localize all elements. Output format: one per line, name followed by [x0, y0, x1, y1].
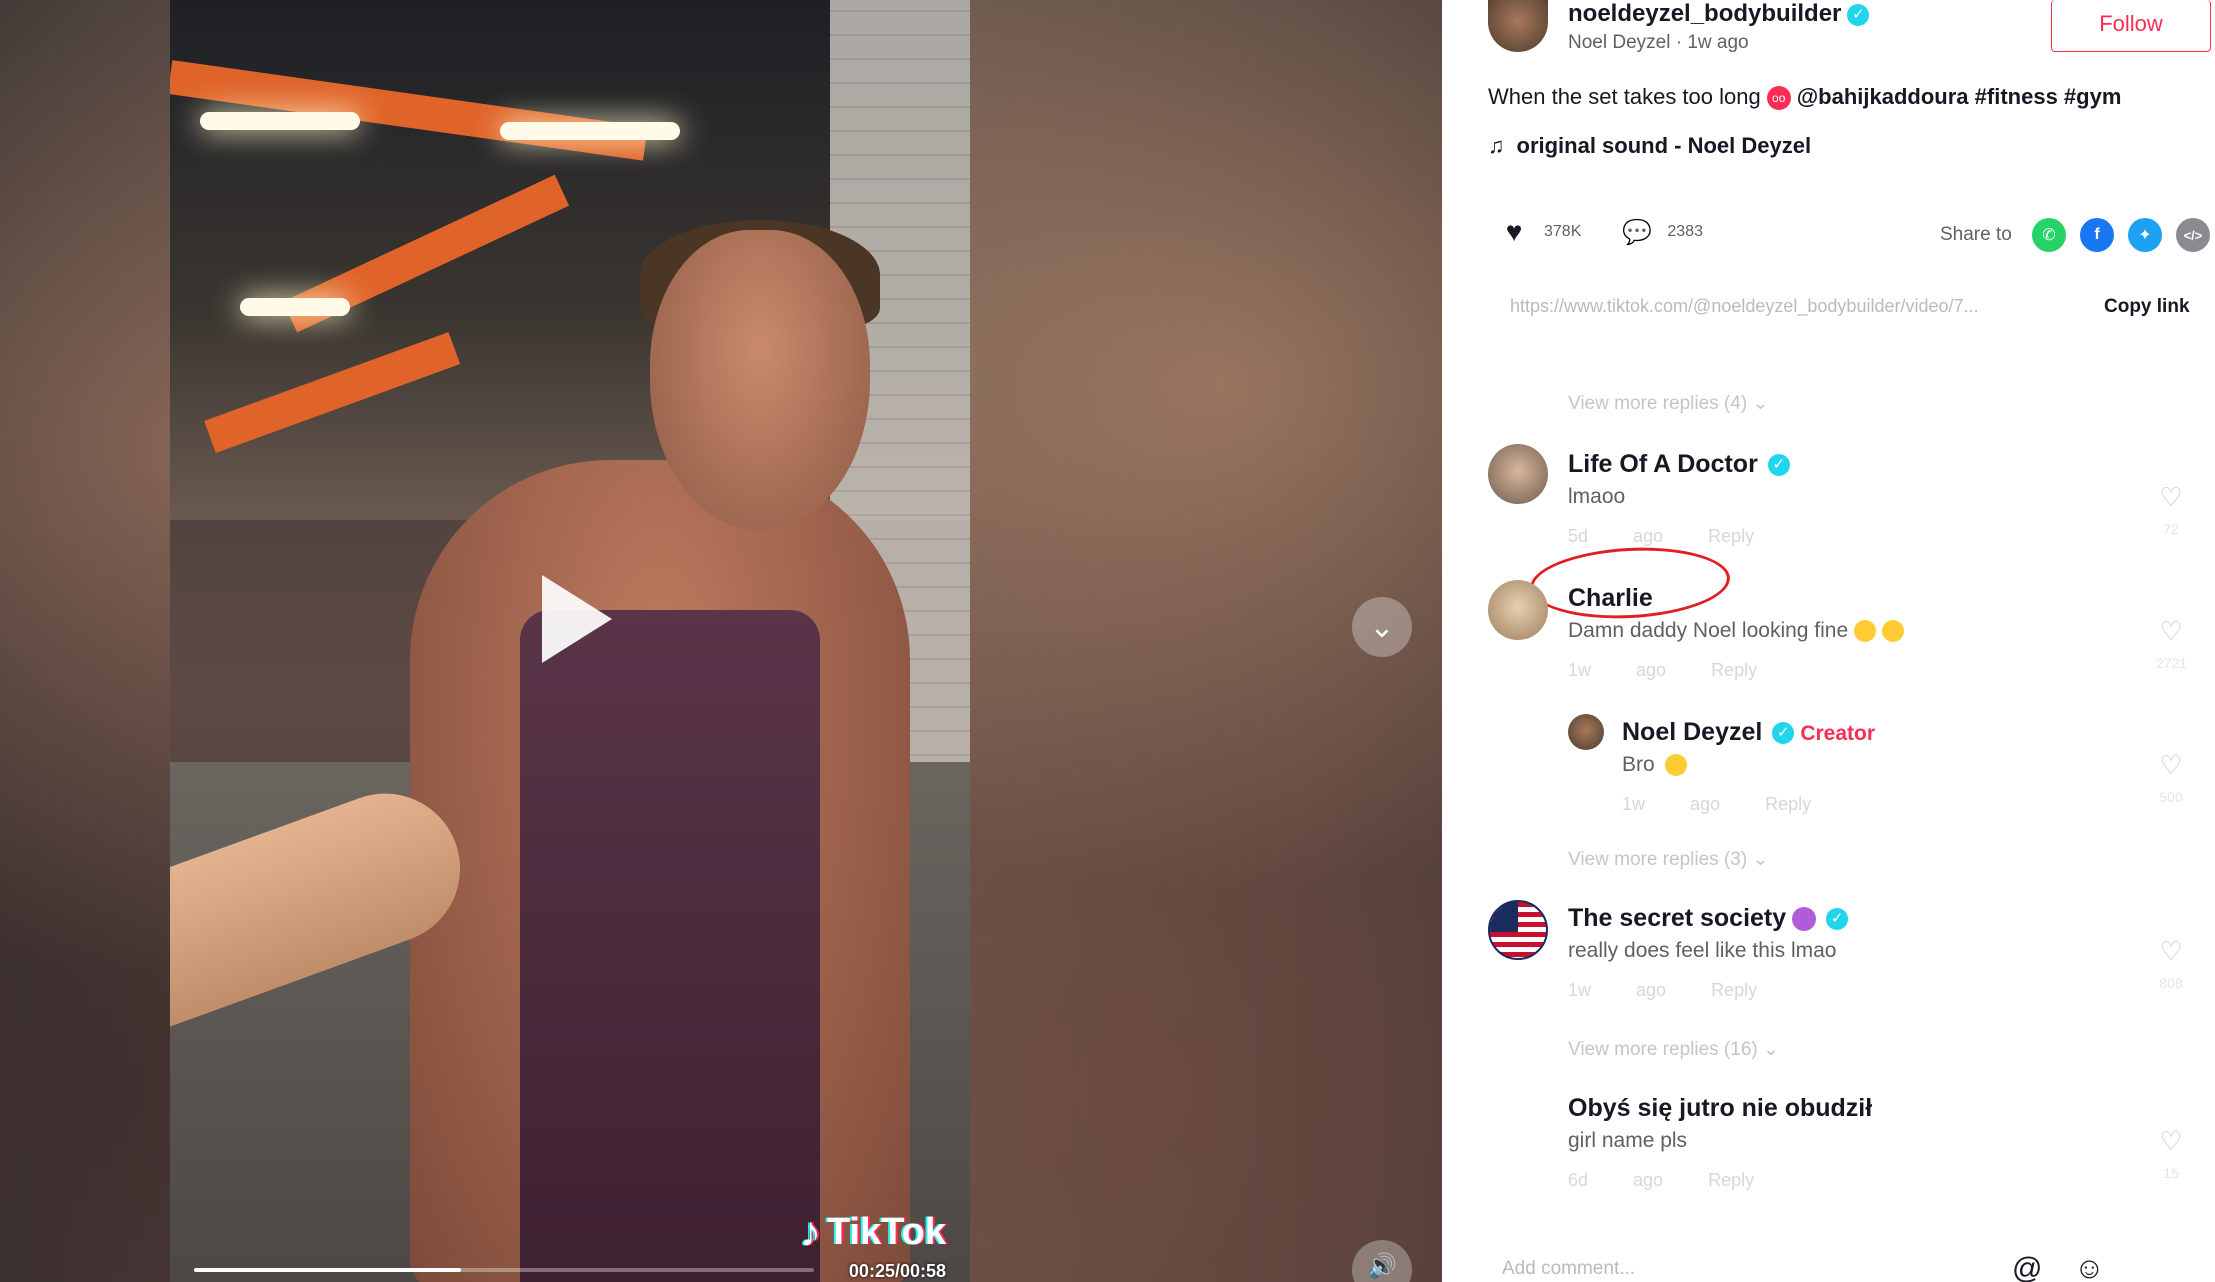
reply-button[interactable]: Reply	[1708, 526, 1754, 546]
emoji-icon	[1664, 754, 1687, 777]
comment-meta: 1w ago Reply	[1622, 794, 1812, 814]
author-avatar[interactable]	[1488, 0, 1548, 52]
share-label: Share to	[1940, 224, 2012, 245]
heart-outline-icon: ♡	[2159, 616, 2183, 646]
play-icon[interactable]	[542, 575, 612, 663]
video-player[interactable]: ♪ TikTok 00:25/00:58	[170, 0, 970, 1282]
copy-link-row: https://www.tiktok.com/@noeldeyzel_bodyb…	[1488, 282, 2198, 334]
video-stage: ♪ TikTok 00:25/00:58 ⌄ 🔊	[0, 0, 1442, 1282]
comment-text: girl name pls	[1568, 1129, 1688, 1152]
details-panel: noeldeyzel_bodybuilder ✓ Noel Deyzel · 1w…	[1442, 0, 2215, 1282]
chevron-down-icon: ⌄	[1369, 610, 1395, 644]
facebook-icon[interactable]: f	[2080, 218, 2114, 252]
creator-badge: Creator	[1800, 722, 1876, 745]
video-light	[200, 112, 360, 130]
comment-like[interactable]: ♡ 15	[2156, 1126, 2186, 1181]
video-light	[500, 122, 680, 140]
comment-meta: 5d ago Reply	[1568, 526, 1755, 546]
volume-icon: 🔊	[1367, 1253, 1397, 1280]
verified-icon: ✓	[1847, 3, 1870, 26]
twitter-icon[interactable]: ✦	[2128, 218, 2162, 252]
comment-like[interactable]: ♡ 500	[2156, 750, 2186, 805]
video-time: 00:25/00:58	[848, 1261, 946, 1281]
avatar[interactable]	[1488, 444, 1548, 504]
engagement-stats: ♥ 378K 💬 2383	[1498, 216, 1743, 248]
heart-outline-icon: ♡	[2159, 482, 2183, 512]
reply-button[interactable]: Reply	[1711, 660, 1757, 680]
verified-icon: ✓	[1772, 722, 1795, 745]
chevron-down-icon: ⌄	[1752, 393, 1769, 414]
comment-text: lmaoo	[1568, 485, 1626, 508]
comment-icon[interactable]: 💬	[1621, 216, 1653, 248]
video-light	[240, 298, 350, 316]
reply-button[interactable]: Reply	[1708, 1170, 1754, 1190]
comment-meta: 1w ago Reply	[1568, 660, 1758, 680]
comment-count: 2383	[1667, 223, 1703, 240]
comment-author[interactable]: Obyś się jutro nie obudził	[1568, 1094, 1872, 1123]
next-video-button[interactable]: ⌄	[1352, 597, 1412, 657]
comment-meta: 1w ago Reply	[1568, 980, 1758, 1000]
video-progress-bar[interactable]	[194, 1268, 814, 1272]
like-count: 378K	[1544, 223, 1582, 240]
emoji-picker-icon[interactable]: ☺	[2074, 1252, 2105, 1282]
emoji-icon	[1882, 620, 1905, 643]
reply-button[interactable]: Reply	[1765, 794, 1811, 814]
caption-hashtags[interactable]: #fitness #gym	[1975, 84, 2122, 109]
comment-meta: 6d ago Reply	[1568, 1170, 1755, 1190]
tiktok-logo-icon: ♪	[800, 1208, 822, 1255]
comment-like-count: 72	[2163, 521, 2179, 537]
caption-mention[interactable]: @bahijkaddoura	[1797, 84, 1969, 109]
comment-author[interactable]: The secret society ✓	[1568, 904, 1849, 933]
comment-like-count: 808	[2159, 975, 2183, 991]
comment-author[interactable]: Charlie	[1568, 584, 1653, 613]
comment-author[interactable]: Life Of A Doctor ✓	[1568, 450, 1790, 479]
video-progress-fill	[194, 1268, 461, 1272]
heart-outline-icon: ♡	[2159, 750, 2183, 780]
avatar[interactable]	[1568, 714, 1604, 750]
sound-link[interactable]: ♫ original sound - Noel Deyzel	[1488, 133, 1811, 159]
comment-like[interactable]: ♡ 808	[2156, 936, 2186, 991]
view-more-replies[interactable]: View more replies (4) ⌄	[1568, 392, 1768, 415]
comment-like[interactable]: ♡ 2721	[2156, 616, 2188, 671]
comment-like-count: 2721	[2156, 655, 2188, 671]
chevron-down-icon: ⌄	[1763, 1039, 1779, 1060]
verified-icon: ✓	[1826, 908, 1849, 931]
video-caption: When the set takes too long oo @bahijkaddo…	[1488, 84, 2122, 111]
flag-canton	[1490, 902, 1518, 932]
author-username[interactable]: noeldeyzel_bodybuilder ✓	[1568, 0, 1870, 28]
heart-outline-icon: ♡	[2159, 1126, 2183, 1156]
comment-text: Bro	[1622, 753, 1687, 777]
avatar[interactable]	[1488, 900, 1548, 960]
comment-text: really does feel like this lmao	[1568, 939, 1837, 962]
add-comment-input[interactable]: Add comment...	[1502, 1258, 1635, 1280]
chevron-down-icon: ⌄	[1752, 849, 1769, 870]
devil-emoji-icon	[1792, 907, 1817, 932]
reply-button[interactable]: Reply	[1711, 980, 1757, 1000]
comment-text: Damn daddy Noel looking fine	[1568, 619, 1905, 643]
tiktok-watermark: ♪ TikTok	[800, 1208, 946, 1255]
embed-icon[interactable]: </>	[2176, 218, 2210, 252]
heart-outline-icon: ♡	[2159, 936, 2183, 966]
comment-like[interactable]: ♡ 72	[2156, 482, 2186, 537]
emoji-icon	[1854, 620, 1877, 643]
view-more-replies[interactable]: View more replies (16) ⌄	[1568, 1038, 1779, 1061]
share-icons: ✆ f ✦ </>	[2032, 218, 2210, 252]
copy-link-button[interactable]: Copy link	[2104, 296, 2190, 318]
follow-button[interactable]: Follow	[2051, 0, 2211, 52]
mention-icon[interactable]: @	[2012, 1252, 2042, 1282]
video-subject	[350, 220, 910, 1282]
comment-like-count: 500	[2159, 789, 2183, 805]
avatar[interactable]	[1488, 580, 1548, 640]
video-url: https://www.tiktok.com/@noeldeyzel_bodyb…	[1510, 296, 1979, 316]
comment-author[interactable]: Noel Deyzel ✓ Creator	[1622, 718, 1875, 747]
verified-icon: ✓	[1767, 454, 1790, 477]
owl-emoji-icon: oo	[1766, 86, 1791, 111]
music-note-icon: ♫	[1488, 133, 1505, 158]
author-subline: Noel Deyzel · 1w ago	[1568, 32, 1749, 53]
heart-icon[interactable]: ♥	[1498, 216, 1530, 248]
comment-like-count: 15	[2163, 1165, 2179, 1181]
view-more-replies[interactable]: View more replies (3) ⌄	[1568, 848, 1768, 871]
whatsapp-icon[interactable]: ✆	[2032, 218, 2066, 252]
